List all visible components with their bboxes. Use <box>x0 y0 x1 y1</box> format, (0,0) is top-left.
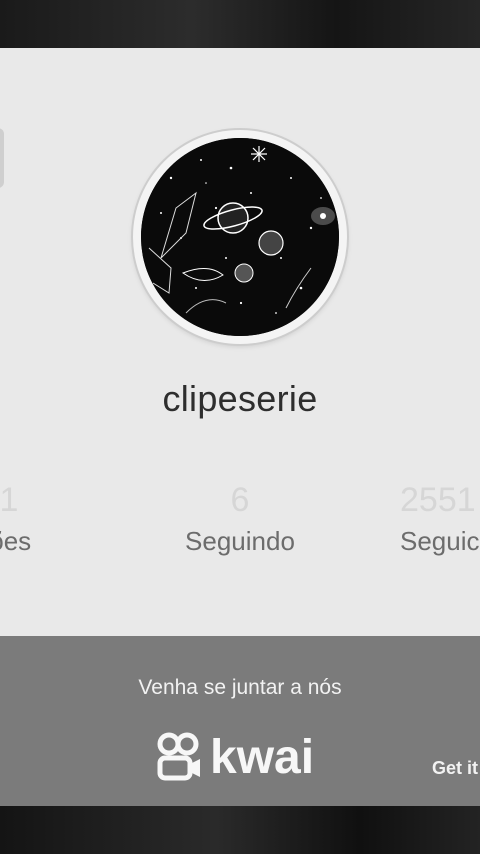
stat-publications-value: 291 <box>0 481 19 519</box>
video-frame-bottom <box>0 806 480 854</box>
get-it-button[interactable]: Get it <box>432 758 478 779</box>
stat-followers-value: 2551 <box>400 481 476 519</box>
space-planets-avatar-icon <box>141 138 339 336</box>
kwai-logo[interactable]: kwai <box>156 730 314 784</box>
kwai-wordmark: kwai <box>210 730 315 784</box>
username: clipeserie <box>162 378 318 419</box>
banner-tagline: Venha se juntar a nós <box>138 676 342 699</box>
avatar-ring <box>133 130 347 344</box>
kwai-promo-banner[interactable]: Venha se juntar a nós kwai Get it <box>0 636 480 806</box>
profile-card: clipeserie 291 cações 6 Seguindo 2551 Se… <box>0 48 480 636</box>
stat-followers[interactable]: 2551 Seguic <box>380 480 480 557</box>
video-frame-top <box>0 0 480 48</box>
avatar[interactable] <box>141 138 339 336</box>
stat-following[interactable]: 6 Seguindo <box>140 480 340 557</box>
stat-following-value: 6 <box>230 481 250 519</box>
card-edge-mark <box>0 128 4 188</box>
stat-followers-label: Seguic <box>400 526 480 556</box>
stat-publications[interactable]: 291 cações <box>0 480 90 557</box>
stat-publications-label: cações <box>0 526 32 556</box>
kwai-camera-icon <box>157 732 200 781</box>
stat-following-label: Seguindo <box>185 526 295 556</box>
